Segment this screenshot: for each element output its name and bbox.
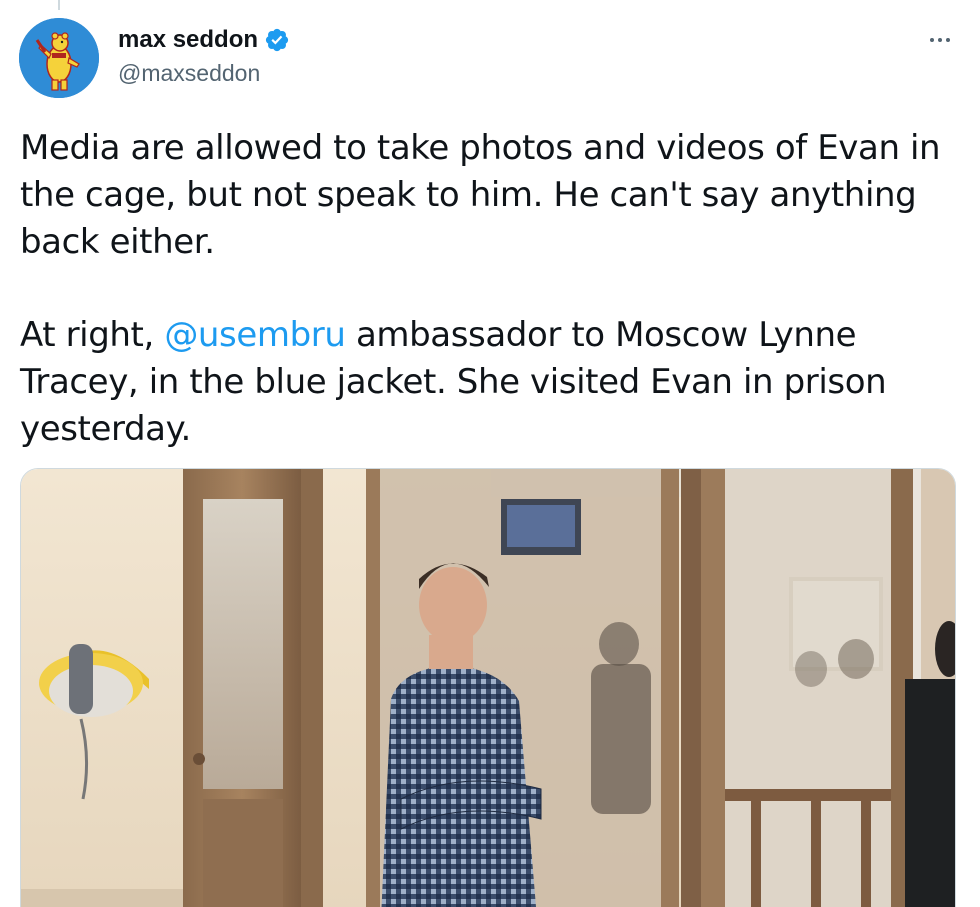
author-handle[interactable]: @maxseddon	[118, 60, 260, 87]
tweet[interactable]: max seddon @maxseddon Media are allowed …	[0, 0, 980, 907]
tweet-paragraph-1: Media are allowed to take photos and vid…	[20, 128, 941, 262]
avatar[interactable]	[19, 18, 99, 98]
tweet-text: Media are allowed to take photos and vid…	[20, 125, 950, 453]
courtroom-photo	[21, 469, 955, 907]
tweet-paragraph-2: At right, @usembru ambassador to Moscow …	[20, 312, 950, 453]
more-options-button[interactable]	[920, 26, 960, 54]
tweet-photo[interactable]	[20, 468, 956, 907]
author-name-row: max seddon	[118, 26, 290, 54]
more-options-icon	[946, 38, 950, 42]
more-options-icon	[938, 38, 942, 42]
more-options-icon	[930, 38, 934, 42]
bear-avatar-icon	[19, 18, 99, 98]
thread-line	[58, 0, 60, 10]
verified-badge-icon[interactable]	[264, 27, 290, 53]
paragraph-2-lead: At right,	[20, 315, 165, 355]
display-name[interactable]: max seddon	[118, 26, 258, 54]
mention-link[interactable]: @usembru	[164, 315, 346, 355]
